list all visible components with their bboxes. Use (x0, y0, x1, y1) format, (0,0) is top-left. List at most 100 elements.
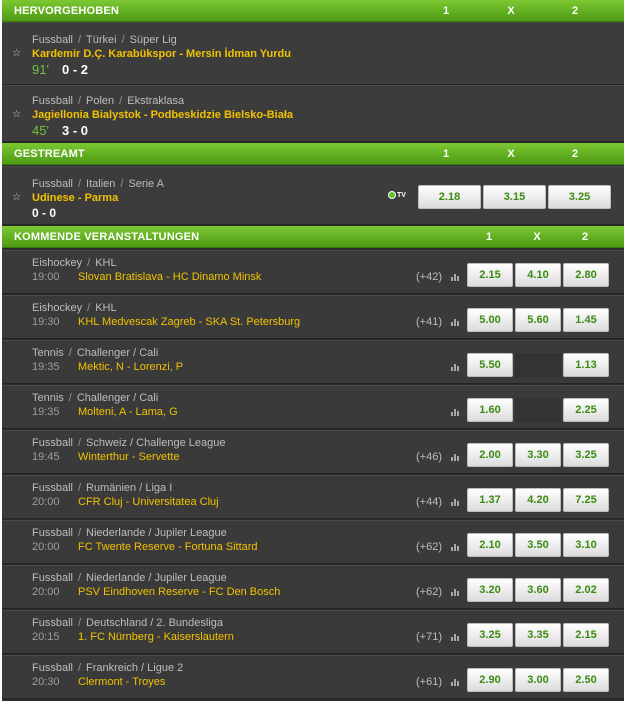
odd-button-away[interactable]: 1.13 (563, 353, 609, 377)
upcoming-header: KOMMENDE VERANSTALTUNGEN 1 X 2 (2, 226, 624, 248)
featured-col-1: 1 (442, 5, 450, 17)
odd-button-draw[interactable]: 4.20 (515, 488, 561, 512)
odd-button-away[interactable]: 2.15 (563, 623, 609, 647)
featured-col-2: 2 (571, 5, 579, 17)
event-match[interactable]: Molteni, A - Lama, G (78, 406, 178, 418)
odd-button-away[interactable]: 3.10 (563, 533, 609, 557)
odd-button-away[interactable]: 2.25 (563, 398, 609, 422)
star-icon[interactable]: ☆ (12, 192, 21, 203)
upcoming-col-1: 1 (485, 231, 493, 243)
odd-button-draw[interactable]: 3.15 (483, 185, 546, 209)
odd-button-home[interactable]: 3.20 (467, 578, 513, 602)
upcoming-event-row[interactable]: Eishockey / KHL 19:00 Slovan Bratislava - HC… (2, 250, 624, 294)
streamed-event[interactable]: Fussball / Italien / Serie A ☆ Udinese - Par… (2, 166, 624, 225)
odd-button-home[interactable]: 3.25 (467, 623, 513, 647)
event-match[interactable]: Clermont - Troyes (78, 676, 165, 688)
upcoming-event-row[interactable]: Fussball / Niederlande / Jupiler League 20:… (2, 520, 624, 564)
match-minute: 91' (32, 62, 49, 77)
odd-button-away[interactable]: 2.02 (563, 578, 609, 602)
odd-button-draw[interactable]: 3.35 (515, 623, 561, 647)
event-breadcrumb: Fussball / Frankreich / Ligue 2 (32, 662, 184, 674)
event-match[interactable]: Slovan Bratislava - HC Dinamo Minsk (78, 271, 261, 283)
bar-chart-icon[interactable] (451, 678, 460, 686)
odd-button-draw[interactable]: 3.00 (515, 668, 561, 692)
event-breadcrumb: Eishockey / KHL (32, 302, 117, 314)
odd-button-home[interactable]: 2.00 (467, 443, 513, 467)
bar-chart-icon[interactable] (451, 408, 460, 416)
bar-chart-icon[interactable] (451, 318, 460, 326)
more-markets-link[interactable]: (+62) (402, 541, 442, 553)
odd-button-home[interactable]: 2.10 (467, 533, 513, 557)
odd-button-home[interactable]: 2.18 (418, 185, 481, 209)
more-markets-link[interactable]: (+41) (402, 316, 442, 328)
odd-button-draw[interactable]: 3.60 (515, 578, 561, 602)
upcoming-event-row[interactable]: Fussball / Niederlande / Jupiler League 20:… (2, 565, 624, 609)
odd-button-away[interactable]: 2.50 (563, 668, 609, 692)
more-markets-link[interactable]: (+62) (402, 586, 442, 598)
bar-chart-icon[interactable] (451, 498, 460, 506)
event-time: 19:35 (32, 406, 60, 418)
upcoming-title: KOMMENDE VERANSTALTUNGEN (14, 231, 200, 243)
odd-button-away[interactable]: 1.45 (563, 308, 609, 332)
more-markets-link[interactable]: (+71) (402, 631, 442, 643)
more-markets-link[interactable]: (+61) (402, 676, 442, 688)
bar-chart-icon[interactable] (451, 363, 460, 371)
odd-button-draw[interactable]: 4.10 (515, 263, 561, 287)
upcoming-event-row[interactable]: Fussball / Schweiz / Challenge League 19:45… (2, 430, 624, 474)
streamed-title: GESTREAMT (14, 148, 85, 160)
odd-button-away[interactable]: 2.80 (563, 263, 609, 287)
odd-button-away[interactable]: 3.25 (563, 443, 609, 467)
event-match[interactable]: 1. FC Nürnberg - Kaiserslautern (78, 631, 234, 643)
odd-button-home[interactable]: 5.50 (467, 353, 513, 377)
odd-button-home[interactable]: 2.90 (467, 668, 513, 692)
event-time: 19:35 (32, 361, 60, 373)
upcoming-event-row[interactable]: Tennis / Challenger / Cali 19:35 Mektic, N -… (2, 340, 624, 384)
more-markets-link[interactable]: (+44) (402, 496, 442, 508)
match-score: 0 - 2 (62, 62, 89, 77)
upcoming-event-row[interactable]: Fussball / Deutschland / 2. Bundesliga 20:1… (2, 610, 624, 654)
event-match[interactable]: Winterthur - Servette (78, 451, 179, 463)
upcoming-event-row[interactable]: Fussball / Frankreich / Ligue 2 20:30 Clermo… (2, 655, 624, 699)
featured-event[interactable]: Fussball / Türkei / Süper Lig ☆ Kardemir D.Ç… (2, 22, 624, 85)
event-match[interactable]: Kardemir D.Ç. Karabükspor - Mersin İdman… (32, 48, 291, 60)
upcoming-col-2: 2 (581, 231, 589, 243)
bar-chart-icon[interactable] (451, 633, 460, 641)
bar-chart-icon[interactable] (451, 273, 460, 281)
more-markets-link[interactable]: (+42) (402, 271, 442, 283)
odd-slot-empty (515, 353, 561, 377)
odd-button-draw[interactable]: 3.30 (515, 443, 561, 467)
event-time: 19:45 (32, 451, 60, 463)
event-match[interactable]: Udinese - Parma (32, 192, 118, 204)
event-match[interactable]: FC Twente Reserve - Fortuna Sittard (78, 541, 258, 553)
upcoming-event-row[interactable]: Fussball / Rumänien / Liga I 20:00 CFR Cluj … (2, 475, 624, 519)
event-match[interactable]: PSV Eindhoven Reserve - FC Den Bosch (78, 586, 280, 598)
bar-chart-icon[interactable] (451, 453, 460, 461)
star-icon[interactable]: ☆ (12, 48, 21, 59)
event-breadcrumb: Eishockey / KHL (32, 257, 117, 269)
event-breadcrumb: Fussball / Schweiz / Challenge League (32, 437, 226, 449)
odd-button-home[interactable]: 1.60 (467, 398, 513, 422)
odd-button-away[interactable]: 3.25 (548, 185, 611, 209)
event-match[interactable]: CFR Cluj - Universitatea Cluj (78, 496, 219, 508)
featured-event[interactable]: Fussball / Polen / Ekstraklasa ☆ Jagiellonia… (2, 85, 624, 142)
event-match[interactable]: KHL Medvescak Zagreb - SKA St. Petersbur… (78, 316, 300, 328)
event-time: 19:00 (32, 271, 60, 283)
odd-button-draw[interactable]: 5.60 (515, 308, 561, 332)
upcoming-event-row[interactable]: Eishockey / KHL 19:30 KHL Medvescak Zagreb -… (2, 295, 624, 339)
bar-chart-icon[interactable] (451, 588, 460, 596)
event-match[interactable]: Jagiellonia Bialystok - Podbeskidzie Bie… (32, 109, 293, 121)
bar-chart-icon[interactable] (451, 543, 460, 551)
event-breadcrumb: Fussball / Türkei / Süper Lig (32, 34, 177, 46)
event-match[interactable]: Mektic, N - Lorenzi, P (78, 361, 183, 373)
more-markets-link[interactable]: (+46) (402, 451, 442, 463)
featured-col-x: X (507, 5, 515, 17)
star-icon[interactable]: ☆ (12, 109, 21, 120)
odd-button-home[interactable]: 2.15 (467, 263, 513, 287)
odd-button-home[interactable]: 5.00 (467, 308, 513, 332)
tv-icon[interactable]: TV (388, 191, 406, 199)
odd-button-home[interactable]: 1.37 (467, 488, 513, 512)
odd-button-away[interactable]: 7.25 (563, 488, 609, 512)
odd-button-draw[interactable]: 3.50 (515, 533, 561, 557)
odd-slot-empty (515, 398, 561, 422)
upcoming-event-row[interactable]: Tennis / Challenger / Cali 19:35 Molteni, A … (2, 385, 624, 429)
